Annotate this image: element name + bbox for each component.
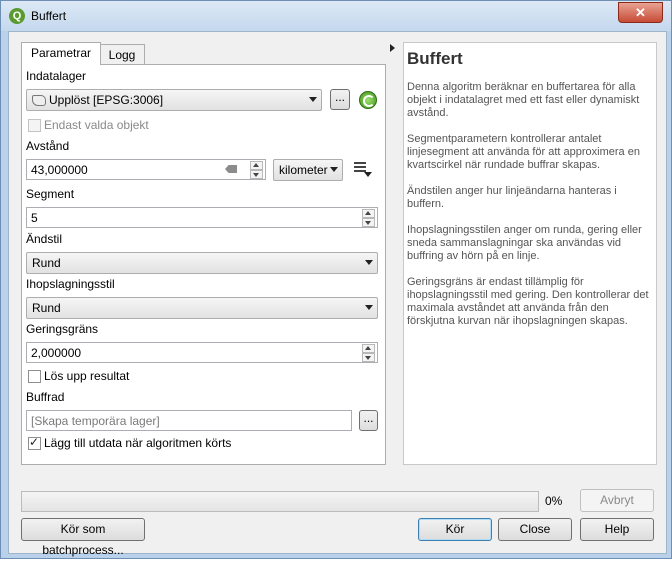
endcap-label: Ändstil xyxy=(26,232,63,246)
join-style-combo[interactable]: Rund xyxy=(26,297,378,319)
open-output-checkbox[interactable] xyxy=(28,435,41,450)
selected-only-checkbox[interactable] xyxy=(28,119,41,132)
chevron-down-icon xyxy=(309,97,317,102)
distance-value: 43,000000 xyxy=(31,163,88,177)
help-paragraph: Ihopslagningsstilen anger om runda, geri… xyxy=(407,224,642,262)
collapse-help-icon[interactable] xyxy=(390,44,395,52)
data-defined-override-icon[interactable] xyxy=(354,162,372,178)
input-layer-value: Upplöst [EPSG:3006] xyxy=(49,93,164,107)
progress-percent: 0% xyxy=(545,494,563,508)
help-paragraph: Segmentparametern kontrollerar antalet l… xyxy=(407,133,640,171)
endcap-combo[interactable]: Rund xyxy=(26,252,378,274)
batch-process-button[interactable]: Kör som batchprocess... xyxy=(21,518,145,557)
open-output-label: Lägg till utdata när algoritmen körts xyxy=(44,436,232,450)
output-placeholder: [Skapa temporära lager] xyxy=(31,414,160,428)
chevron-down-icon xyxy=(365,260,373,265)
dialog-client: Parametrar Logg Indatalager Upplöst [EPS… xyxy=(8,31,667,557)
clear-icon[interactable] xyxy=(225,165,237,173)
run-button[interactable]: Kör xyxy=(418,518,492,541)
polygon-layer-icon xyxy=(32,95,46,106)
distance-label: Avstånd xyxy=(26,139,70,153)
help-title: Buffert xyxy=(407,49,463,68)
miter-limit-spinner[interactable] xyxy=(362,344,375,362)
input-layer-label: Indatalager xyxy=(26,69,87,83)
window-title: Buffert xyxy=(31,9,67,23)
distance-input[interactable]: 43,000000 xyxy=(26,159,266,180)
miter-limit-value: 2,000000 xyxy=(31,346,82,360)
title-bar: Q Buffert ✕ xyxy=(1,1,671,31)
help-panel: Buffert Denna algoritm beräknar en buffe… xyxy=(403,42,657,465)
chevron-down-icon xyxy=(330,167,338,172)
distance-spinner[interactable] xyxy=(250,161,263,179)
segments-value: 5 xyxy=(31,211,38,225)
join-style-label: Ihopslagningsstil xyxy=(26,277,115,291)
qgis-icon: Q xyxy=(9,8,25,24)
miter-limit-input[interactable]: 2,000000 xyxy=(26,342,378,363)
help-button[interactable]: Help xyxy=(580,518,654,541)
dissolve-checkbox[interactable] xyxy=(28,370,41,383)
tab-parameters[interactable]: Parametrar xyxy=(21,42,101,65)
output-browse-button[interactable]: ... xyxy=(359,410,378,431)
tab-log[interactable]: Logg xyxy=(99,44,145,65)
help-paragraph: Ändstilen anger hur linjeändarna hantera… xyxy=(407,185,617,210)
join-style-value: Rund xyxy=(32,301,61,315)
dissolve-label: Lös upp resultat xyxy=(44,369,130,383)
progress-bar xyxy=(21,491,539,512)
endcap-value: Rund xyxy=(32,256,61,270)
close-button[interactable]: Close xyxy=(498,518,572,541)
segments-label: Segment xyxy=(26,187,75,201)
output-label: Buffrad xyxy=(26,390,65,404)
dialog-window: Q Buffert ✕ Parametrar Logg Indatalager … xyxy=(0,0,672,559)
iterate-icon[interactable] xyxy=(359,91,377,109)
chevron-down-icon xyxy=(365,305,373,310)
segments-spinner[interactable] xyxy=(362,209,375,227)
segments-input[interactable]: 5 xyxy=(26,207,378,228)
input-browse-button[interactable]: ... xyxy=(330,89,350,110)
distance-unit-value: kilometer xyxy=(279,163,328,177)
help-paragraph: Denna algoritm beräknar en buffertarea f… xyxy=(407,81,640,119)
input-layer-combo[interactable]: Upplöst [EPSG:3006] xyxy=(26,89,322,111)
close-window-button[interactable]: ✕ xyxy=(618,2,663,23)
help-paragraph: Geringsgräns är endast tillämplig för ih… xyxy=(407,276,649,327)
distance-unit-combo[interactable]: kilometer xyxy=(273,159,343,181)
cancel-button[interactable]: Avbryt xyxy=(580,489,654,512)
parameters-panel: Indatalager Upplöst [EPSG:3006] ... Enda… xyxy=(21,64,386,465)
miter-limit-label: Geringsgräns xyxy=(26,322,99,336)
refresh-icon xyxy=(363,95,375,107)
output-input[interactable]: [Skapa temporära lager] xyxy=(26,410,352,431)
selected-only-label: Endast valda objekt xyxy=(44,118,149,132)
